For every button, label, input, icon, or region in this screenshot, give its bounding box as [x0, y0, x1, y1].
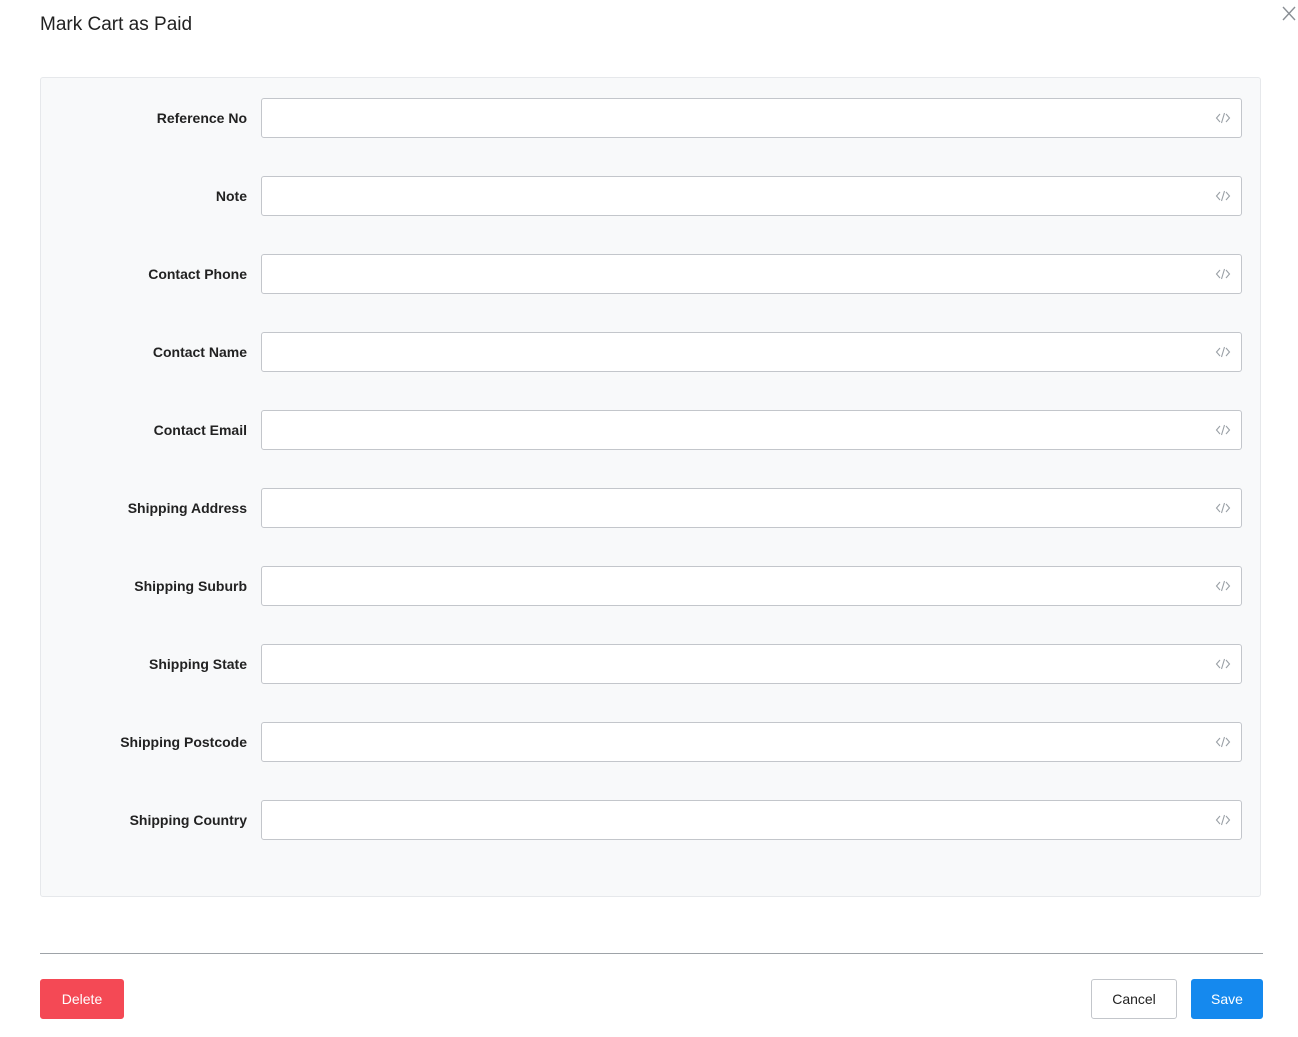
note-field-wrapper: [261, 176, 1242, 216]
shipping-state-field-wrapper: [261, 644, 1242, 684]
note-input[interactable]: [262, 177, 1202, 215]
shipping-country-label: Shipping Country: [129, 812, 247, 828]
shipping-state-label: Shipping State: [149, 656, 247, 672]
shipping-country-field-wrapper: [261, 800, 1242, 840]
form-row-shipping-address: Shipping Address: [41, 488, 1260, 528]
contact-phone-field-wrapper: [261, 254, 1242, 294]
form-row-reference-no: Reference No: [41, 98, 1260, 138]
shipping-suburb-field-wrapper: [261, 566, 1242, 606]
form-row-shipping-postcode: Shipping Postcode: [41, 722, 1260, 762]
note-label: Note: [215, 188, 247, 204]
contact-email-label: Contact Email: [153, 422, 247, 438]
shipping-postcode-field-wrapper: [261, 722, 1242, 762]
delete-button[interactable]: Delete: [40, 979, 124, 1019]
shipping-postcode-label: Shipping Postcode: [120, 734, 247, 750]
code-icon[interactable]: [1215, 111, 1231, 125]
code-icon[interactable]: [1215, 813, 1231, 827]
form-row-shipping-country: Shipping Country: [41, 800, 1260, 840]
close-button[interactable]: [1280, 4, 1298, 24]
contact-email-field-wrapper: [261, 410, 1242, 450]
code-icon[interactable]: [1215, 267, 1231, 281]
shipping-address-label: Shipping Address: [127, 500, 247, 516]
code-icon[interactable]: [1215, 579, 1231, 593]
mark-cart-paid-dialog: Mark Cart as Paid Reference No Note Cont…: [0, 0, 1298, 1037]
dialog-title: Mark Cart as Paid: [40, 14, 193, 35]
contact-phone-label: Contact Phone: [148, 266, 247, 282]
form-row-note: Note: [41, 176, 1260, 216]
code-icon[interactable]: [1215, 657, 1231, 671]
reference-no-input[interactable]: [262, 99, 1202, 137]
form-row-contact-phone: Contact Phone: [41, 254, 1260, 294]
shipping-postcode-input[interactable]: [262, 723, 1202, 761]
code-icon[interactable]: [1215, 345, 1231, 359]
code-icon[interactable]: [1215, 735, 1231, 749]
code-icon[interactable]: [1215, 423, 1231, 437]
shipping-address-input[interactable]: [262, 489, 1202, 527]
shipping-state-input[interactable]: [262, 645, 1202, 683]
reference-no-label: Reference No: [156, 110, 247, 126]
contact-name-field-wrapper: [261, 332, 1242, 372]
save-button[interactable]: Save: [1191, 979, 1263, 1019]
code-icon[interactable]: [1215, 501, 1231, 515]
shipping-country-input[interactable]: [262, 801, 1202, 839]
form-row-shipping-state: Shipping State: [41, 644, 1260, 684]
form-row-shipping-suburb: Shipping Suburb: [41, 566, 1260, 606]
form-row-contact-name: Contact Name: [41, 332, 1260, 372]
contact-phone-input[interactable]: [262, 255, 1202, 293]
shipping-suburb-label: Shipping Suburb: [134, 578, 247, 594]
contact-email-input[interactable]: [262, 411, 1202, 449]
shipping-address-field-wrapper: [261, 488, 1242, 528]
footer-divider: [40, 953, 1263, 954]
contact-name-label: Contact Name: [152, 344, 247, 360]
form-panel: Reference No Note Contact Phone Contact …: [40, 77, 1261, 897]
close-icon: [1282, 6, 1296, 21]
form-row-contact-email: Contact Email: [41, 410, 1260, 450]
code-icon[interactable]: [1215, 189, 1231, 203]
shipping-suburb-input[interactable]: [262, 567, 1202, 605]
cancel-button[interactable]: Cancel: [1091, 979, 1177, 1019]
reference-no-field-wrapper: [261, 98, 1242, 138]
contact-name-input[interactable]: [262, 333, 1202, 371]
